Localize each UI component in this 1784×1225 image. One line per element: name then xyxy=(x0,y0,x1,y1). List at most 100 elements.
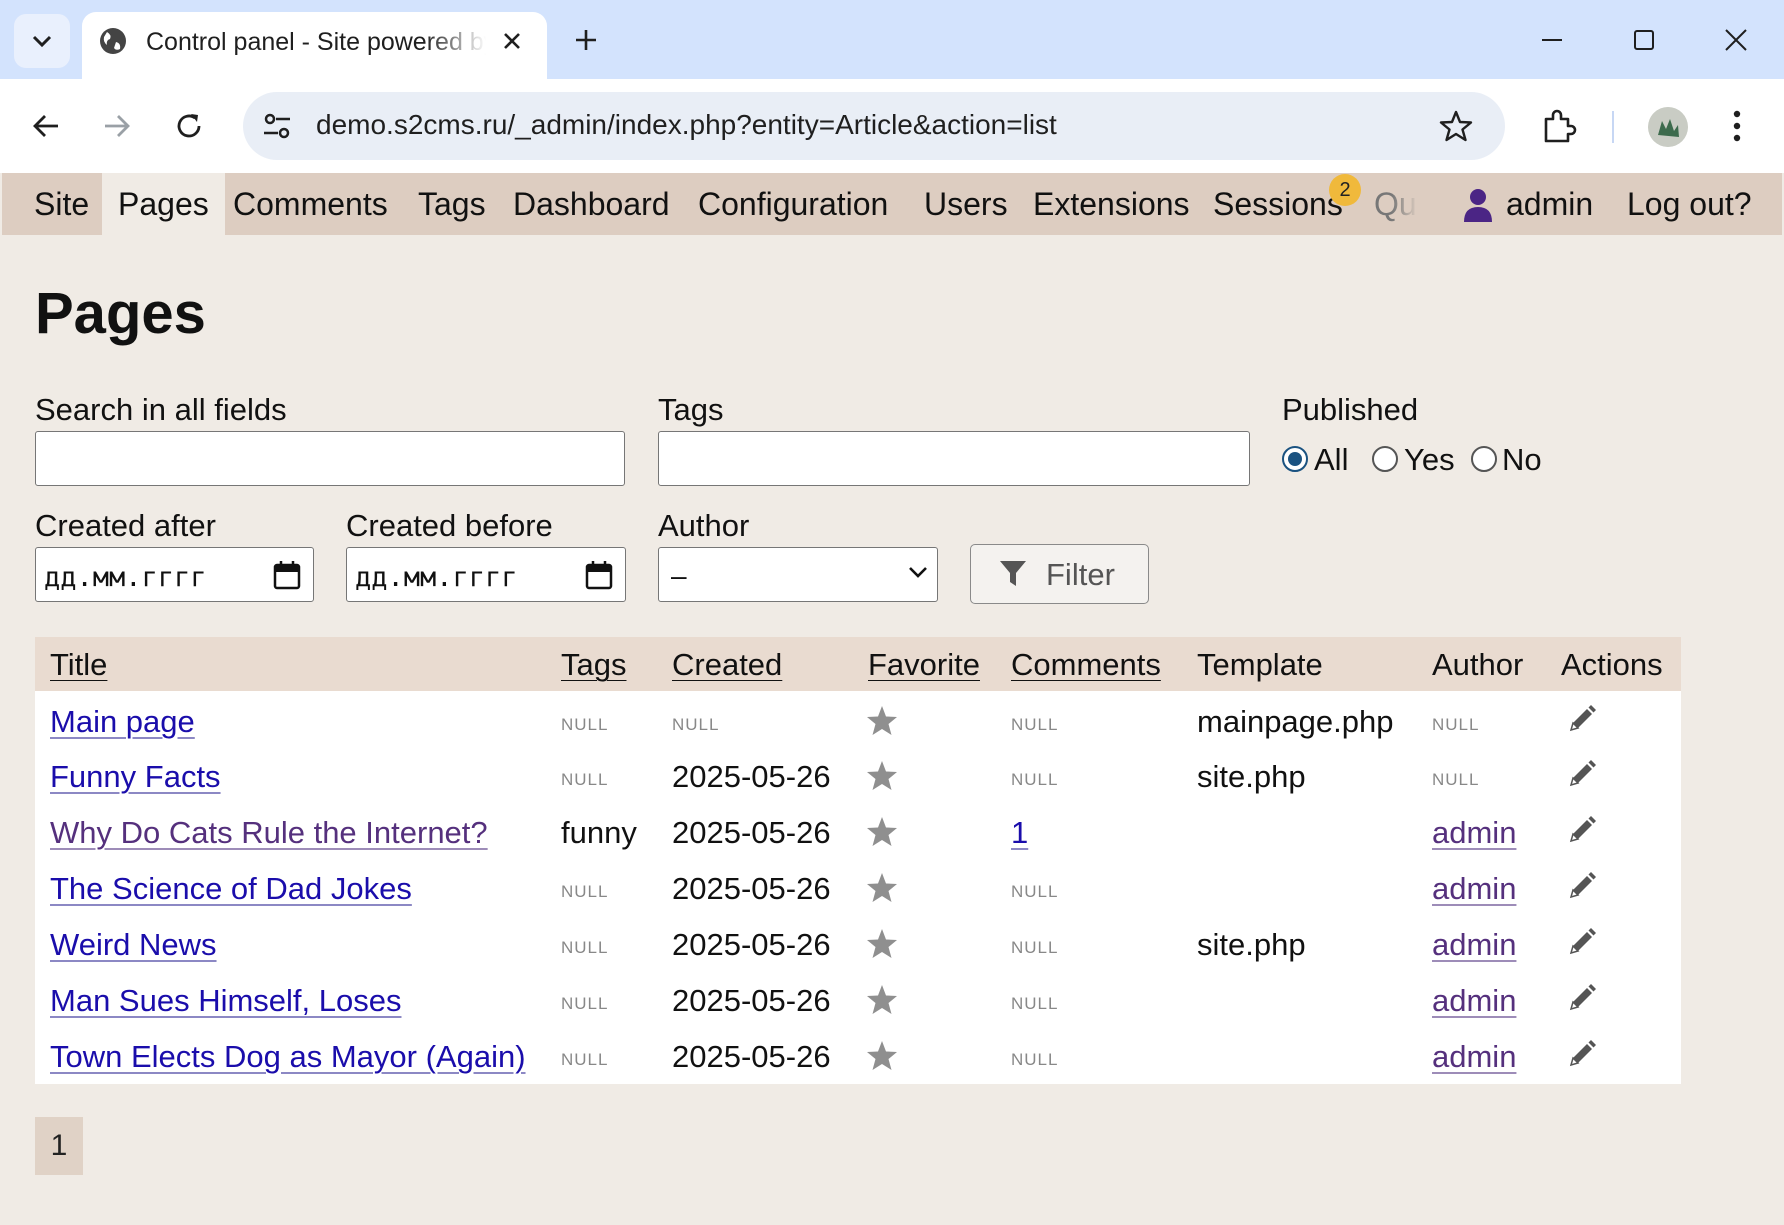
published-all-radio[interactable] xyxy=(1282,446,1308,472)
nav-item-sessions[interactable]: Sessions xyxy=(1213,173,1343,235)
favorite-star-icon[interactable] xyxy=(866,816,898,848)
table-row: Man Sues Himself, Loses NULL 2025-05-26 … xyxy=(35,972,1681,1028)
column-header-template: Template xyxy=(1197,647,1323,682)
row-tags: NULL xyxy=(561,770,609,789)
author-select[interactable]: – xyxy=(658,547,938,602)
row-template: site.php xyxy=(1197,759,1306,794)
column-header-tags[interactable]: Tags xyxy=(561,647,626,683)
row-tags: NULL xyxy=(561,715,609,734)
edit-pencil-icon[interactable] xyxy=(1567,1039,1597,1069)
favorite-star-icon[interactable] xyxy=(866,705,898,737)
edit-pencil-icon[interactable] xyxy=(1567,871,1597,901)
browser-tab[interactable]: Control panel - Site powered by S2 xyxy=(82,12,547,79)
published-no-radio[interactable] xyxy=(1471,446,1497,472)
row-created: 2025-05-26 xyxy=(672,927,831,962)
plus-icon[interactable] xyxy=(568,22,604,58)
row-comments: NULL xyxy=(1011,882,1059,901)
row-comments-link[interactable]: 1 xyxy=(1011,815,1028,851)
table-header: Title Tags Created Favorite Comments Tem… xyxy=(35,637,1681,691)
close-icon[interactable] xyxy=(497,26,527,56)
nav-item-queue[interactable]: Qu xyxy=(1374,173,1418,235)
row-template: site.php xyxy=(1197,927,1306,962)
nav-item-users[interactable]: Users xyxy=(924,173,1008,235)
nav-item-dashboard[interactable]: Dashboard xyxy=(513,173,670,235)
nav-item-extensions[interactable]: Extensions xyxy=(1033,173,1190,235)
tab-search-icon[interactable] xyxy=(14,14,70,68)
column-header-favorite[interactable]: Favorite xyxy=(868,647,980,683)
row-author: NULL xyxy=(1432,715,1480,734)
created-before-label: Created before xyxy=(346,508,553,543)
reload-icon[interactable] xyxy=(168,105,210,147)
row-created: 2025-05-26 xyxy=(672,983,831,1018)
row-title-link[interactable]: Funny Facts xyxy=(50,759,221,795)
logout-link[interactable]: Log out? xyxy=(1627,173,1752,235)
maximize-icon[interactable] xyxy=(1624,20,1664,60)
row-created: 2025-05-26 xyxy=(672,759,831,794)
globe-icon xyxy=(100,28,126,54)
row-title-link[interactable]: Weird News xyxy=(50,927,217,963)
nav-item-tags[interactable]: Tags xyxy=(418,173,486,235)
tags-filter-input[interactable] xyxy=(658,431,1250,486)
edit-pencil-icon[interactable] xyxy=(1567,815,1597,845)
row-author-link[interactable]: admin xyxy=(1432,871,1516,907)
row-title-link[interactable]: Man Sues Himself, Loses xyxy=(50,983,401,1019)
column-header-created[interactable]: Created xyxy=(672,647,782,683)
created-before-placeholder: дд.мм.гггг xyxy=(355,562,518,593)
row-author-link[interactable]: admin xyxy=(1432,815,1516,851)
nav-item-comments[interactable]: Comments xyxy=(233,173,388,235)
url-text[interactable]: demo.s2cms.ru/_admin/index.php?entity=Ar… xyxy=(316,109,1057,141)
published-all-label[interactable]: All xyxy=(1314,442,1348,478)
favorite-star-icon[interactable] xyxy=(866,1040,898,1072)
edit-pencil-icon[interactable] xyxy=(1567,704,1597,734)
row-title-link[interactable]: Town Elects Dog as Mayor (Again) xyxy=(50,1039,526,1075)
filter-button[interactable]: Filter xyxy=(970,544,1149,604)
row-title-link[interactable]: The Science of Dad Jokes xyxy=(50,871,412,907)
admin-nav: Site Pages Comments Tags Dashboard Confi… xyxy=(2,173,1782,235)
bookmark-star-icon[interactable] xyxy=(1439,109,1473,143)
edit-pencil-icon[interactable] xyxy=(1567,927,1597,957)
table-row: Why Do Cats Rule the Internet? funny 202… xyxy=(35,804,1681,860)
created-before-date-input[interactable]: дд.мм.гггг xyxy=(346,547,626,602)
nav-item-pages[interactable]: Pages xyxy=(102,173,225,235)
search-input[interactable] xyxy=(35,431,625,486)
row-comments: NULL xyxy=(1011,715,1059,734)
column-header-title[interactable]: Title xyxy=(50,647,107,683)
nav-item-site[interactable]: Site xyxy=(34,173,89,235)
created-after-date-input[interactable]: дд.мм.гггг xyxy=(35,547,314,602)
published-yes-radio[interactable] xyxy=(1372,446,1398,472)
extensions-icon[interactable] xyxy=(1538,105,1580,147)
edit-pencil-icon[interactable] xyxy=(1567,983,1597,1013)
row-title-link[interactable]: Why Do Cats Rule the Internet? xyxy=(50,815,488,851)
column-header-comments[interactable]: Comments xyxy=(1011,647,1161,683)
pagination-current-page[interactable]: 1 xyxy=(35,1117,83,1175)
table-row: Main page NULL NULL NULL mainpage.php NU… xyxy=(35,693,1681,749)
chevron-down-icon xyxy=(909,567,927,578)
calendar-icon[interactable] xyxy=(273,560,301,590)
favorite-star-icon[interactable] xyxy=(866,984,898,1016)
sessions-count-badge: 2 xyxy=(1329,174,1361,206)
close-window-icon[interactable] xyxy=(1716,20,1756,60)
address-bar[interactable]: demo.s2cms.ru/_admin/index.php?entity=Ar… xyxy=(243,92,1505,160)
more-menu-icon[interactable] xyxy=(1722,105,1752,147)
calendar-icon[interactable] xyxy=(585,560,613,590)
nav-item-configuration[interactable]: Configuration xyxy=(698,173,888,235)
row-created: NULL xyxy=(672,715,720,734)
forward-icon[interactable] xyxy=(96,105,138,147)
author-select-value: – xyxy=(671,560,687,591)
row-author-link[interactable]: admin xyxy=(1432,1039,1516,1075)
minimize-icon[interactable] xyxy=(1532,20,1572,60)
favorite-star-icon[interactable] xyxy=(866,760,898,792)
site-info-icon[interactable] xyxy=(259,108,295,144)
back-icon[interactable] xyxy=(25,105,67,147)
favorite-star-icon[interactable] xyxy=(866,872,898,904)
edit-pencil-icon[interactable] xyxy=(1567,759,1597,789)
nav-user-name[interactable]: admin xyxy=(1506,173,1593,235)
created-after-label: Created after xyxy=(35,508,216,543)
published-yes-label[interactable]: Yes xyxy=(1404,442,1455,478)
row-author-link[interactable]: admin xyxy=(1432,983,1516,1019)
profile-avatar[interactable] xyxy=(1648,107,1688,147)
favorite-star-icon[interactable] xyxy=(866,928,898,960)
row-author-link[interactable]: admin xyxy=(1432,927,1516,963)
published-no-label[interactable]: No xyxy=(1502,442,1542,478)
row-title-link[interactable]: Main page xyxy=(50,704,195,740)
